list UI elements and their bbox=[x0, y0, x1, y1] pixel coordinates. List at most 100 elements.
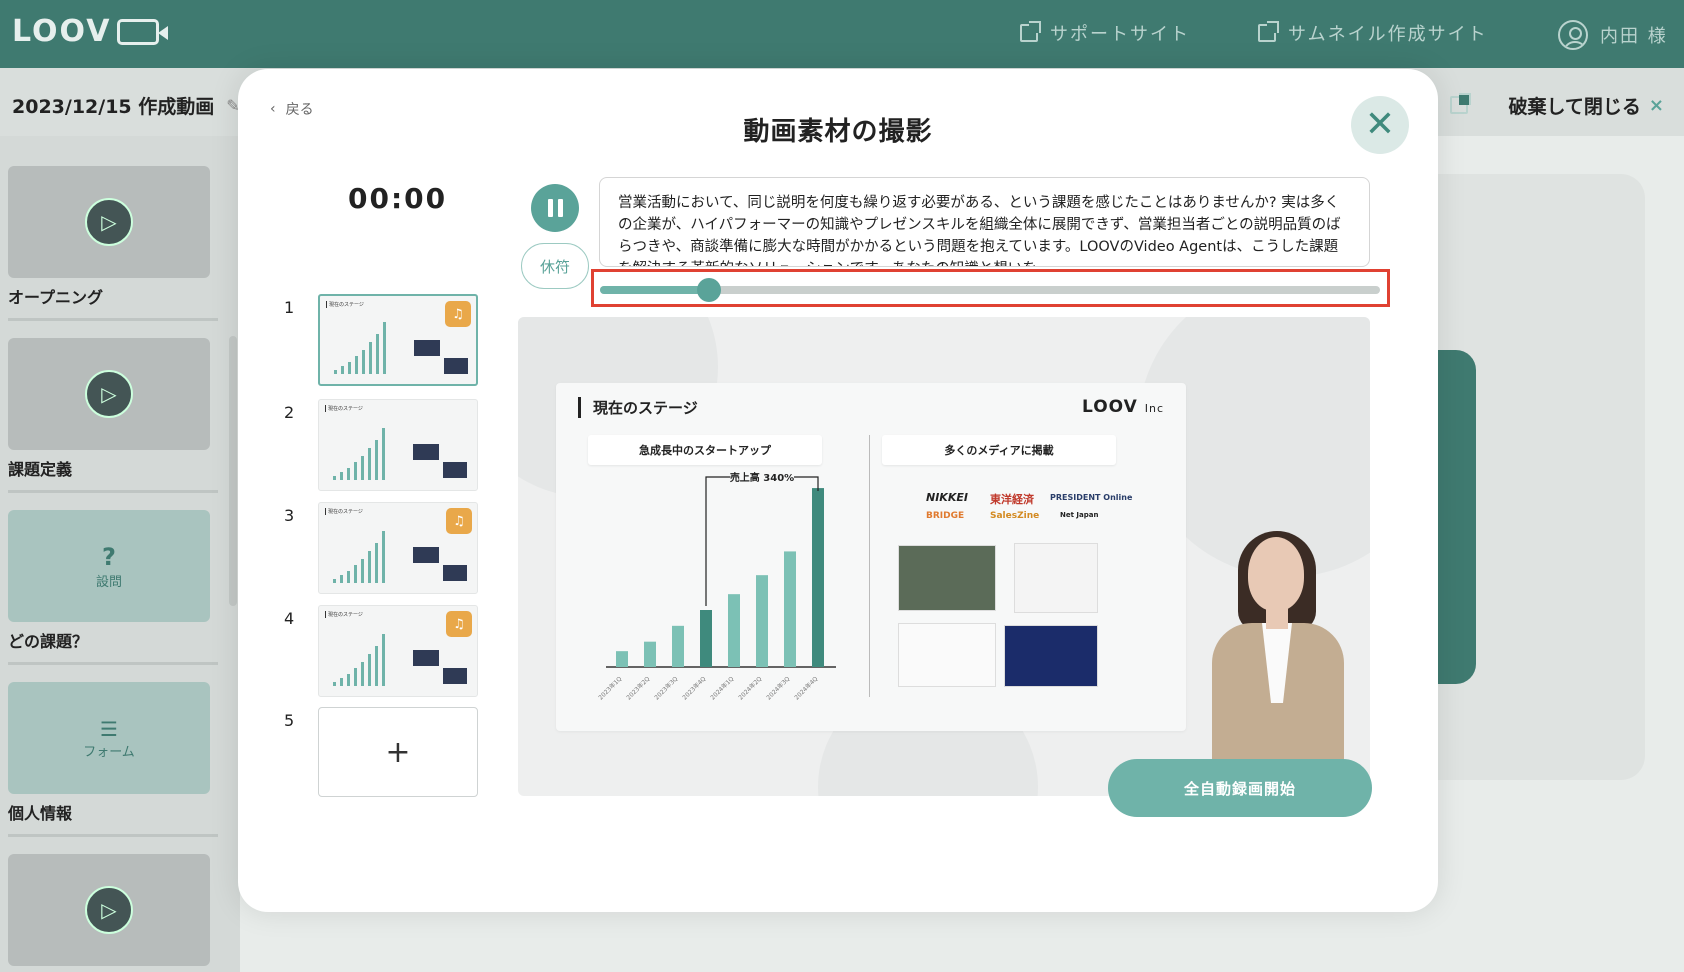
add-slide-button[interactable]: + bbox=[318, 707, 478, 797]
chart-bar bbox=[700, 610, 712, 667]
play-icon: ▷ bbox=[85, 198, 133, 246]
scene-label: 課題定義 bbox=[8, 460, 73, 479]
external-link-icon bbox=[1258, 21, 1279, 42]
slide-thumbnail[interactable]: 現在のステージ ♫ bbox=[318, 502, 478, 594]
user-menu[interactable]: 内田 様 bbox=[1558, 20, 1668, 50]
chart-tick-label: 2023年1Q bbox=[597, 675, 624, 702]
scene-label: 個人情報 bbox=[8, 804, 73, 823]
recording-modal: ‹ 戻る 動画素材の撮影 ✕ 00:00 休符 営業活動において、同じ説明を何度… bbox=[238, 69, 1438, 912]
slide-number: 1 bbox=[284, 298, 295, 317]
chart-bar bbox=[756, 575, 768, 667]
external-link-icon bbox=[1020, 21, 1041, 42]
external-link-icon[interactable] bbox=[1450, 93, 1471, 114]
audio-icon: ♫ bbox=[445, 301, 471, 327]
slide-item[interactable]: 2 現在のステージ bbox=[268, 399, 488, 499]
progress-track[interactable] bbox=[600, 278, 1380, 302]
close-icon: ✕ bbox=[1364, 104, 1396, 145]
scene-sidebar: ▷ オープニング ▷ 課題定義 ? 設問 どの課題？ ☰ フォーム 個人情報 ▷ bbox=[0, 136, 240, 972]
media-logo: PRESIDENT Online bbox=[1050, 493, 1133, 502]
discard-and-close-button[interactable]: 破棄して閉じる × bbox=[1508, 92, 1664, 119]
chart-bar bbox=[728, 594, 740, 667]
media-logo: 東洋経済 bbox=[990, 493, 1034, 506]
growth-label: 急成長中のスタートアップ bbox=[588, 435, 822, 465]
mini-chart bbox=[333, 428, 385, 480]
media-photo bbox=[1014, 543, 1098, 613]
media-logo: NIKKEI bbox=[926, 491, 968, 504]
pause-icon bbox=[557, 199, 563, 217]
pause-icon bbox=[547, 199, 553, 217]
scene-label: どの課題？ bbox=[8, 632, 89, 651]
brand-name: LOOV bbox=[1081, 397, 1138, 417]
mini-slide-title: 現在のステージ bbox=[325, 405, 363, 412]
media-photo bbox=[1004, 625, 1098, 687]
slide-brand-logo: LOOV Inc bbox=[1082, 397, 1164, 417]
thumbnail-site-label: サムネイル作成サイト bbox=[1288, 24, 1488, 45]
scene-thumbnail: ▷ bbox=[8, 854, 210, 966]
progress-slider-handle[interactable] bbox=[697, 278, 722, 302]
slide-thumbnail[interactable]: 現在のステージ ♫ bbox=[318, 294, 478, 386]
user-name: 内田 様 bbox=[1600, 26, 1668, 47]
top-bar: LOOV サポートサイト サムネイル作成サイト 内田 様 bbox=[0, 0, 1684, 68]
mini-chart bbox=[333, 634, 385, 686]
slide-item[interactable]: 1 現在のステージ ♫ bbox=[268, 294, 488, 394]
slide-item[interactable]: 4 現在のステージ ♫ bbox=[268, 605, 488, 705]
slide-thumbnail[interactable]: 現在のステージ bbox=[318, 399, 478, 491]
chart-tick-label: 2023年3Q bbox=[653, 675, 680, 702]
chart-tick-label: 2024年2Q bbox=[737, 675, 764, 702]
mini-chart bbox=[334, 322, 386, 374]
scene-type-label: フォーム bbox=[83, 744, 135, 760]
mini-chart bbox=[333, 531, 385, 583]
scene-item[interactable]: ▷ bbox=[8, 854, 210, 966]
mini-slide-title: 現在のステージ bbox=[326, 301, 364, 308]
chart-tick-label: 2024年4Q bbox=[793, 675, 820, 702]
slide-number: 3 bbox=[284, 506, 295, 525]
chart-annotation: 売上高 340% bbox=[730, 471, 794, 484]
slide-item[interactable]: 3 現在のステージ ♫ bbox=[268, 502, 488, 602]
divider bbox=[8, 834, 218, 837]
loov-logo[interactable]: LOOV bbox=[12, 14, 169, 49]
scene-item[interactable]: ? 設問 どの課題？ bbox=[8, 510, 218, 665]
divider bbox=[8, 662, 218, 665]
presenter-face bbox=[1248, 537, 1304, 611]
chart-bar bbox=[616, 651, 628, 667]
scene-thumbnail: ▷ bbox=[8, 166, 210, 278]
logo-text: LOOV bbox=[12, 14, 112, 49]
user-avatar-icon bbox=[1558, 20, 1588, 50]
revenue-chart: 2023年1Q 2023年2Q 2023年3Q 2023年4Q 2024年1Q 2024年… bbox=[597, 470, 836, 702]
chart-bar bbox=[784, 551, 796, 667]
scene-item[interactable]: ▷ 課題定義 bbox=[8, 338, 218, 493]
start-auto-recording-button[interactable]: 全自動録画開始 bbox=[1108, 759, 1372, 817]
slide-number: 5 bbox=[284, 711, 295, 730]
slide-thumbnail[interactable]: 現在のステージ ♫ bbox=[318, 605, 478, 697]
thumbnail-site-link[interactable]: サムネイル作成サイト bbox=[1258, 20, 1488, 46]
scene-thumbnail: ▷ bbox=[8, 338, 210, 450]
pause-button[interactable] bbox=[531, 184, 579, 232]
close-icon: × bbox=[1648, 95, 1664, 116]
media-logo: BRIDGE bbox=[926, 511, 965, 521]
scene-thumbnail: ☰ フォーム bbox=[8, 682, 210, 794]
support-site-link[interactable]: サポートサイト bbox=[1020, 20, 1190, 46]
scene-thumbnail: ? 設問 bbox=[8, 510, 210, 622]
play-icon: ▷ bbox=[85, 886, 133, 934]
close-button[interactable]: ✕ bbox=[1351, 96, 1409, 154]
video-camera-icon bbox=[117, 18, 169, 45]
scene-item[interactable]: ▷ オープニング bbox=[8, 166, 218, 321]
chart-tick-label: 2024年1Q bbox=[709, 675, 736, 702]
rest-button[interactable]: 休符 bbox=[521, 243, 589, 289]
media-photo bbox=[898, 545, 996, 611]
script-text[interactable]: 営業活動において、同じ説明を何度も繰り返す必要がある、という課題を感じたことはあ… bbox=[599, 177, 1370, 267]
document-title[interactable]: 2023/12/15 作成動画 ✎ bbox=[12, 92, 240, 119]
support-site-label: サポートサイト bbox=[1050, 24, 1190, 45]
mini-slide-title: 現在のステージ bbox=[325, 611, 363, 618]
recording-timer: 00:00 bbox=[348, 182, 448, 215]
audio-icon: ♫ bbox=[446, 508, 472, 534]
sidebar-scrollbar[interactable] bbox=[229, 336, 237, 606]
slide-preview: 現在のステージ LOOV Inc 急成長中のスタートアップ 多くのメディアに掲載… bbox=[518, 317, 1370, 796]
mini-media-photos bbox=[409, 636, 471, 690]
media-logo: SalesZine bbox=[990, 511, 1040, 521]
media-logo: Net Japan bbox=[1060, 511, 1099, 519]
list-icon: ☰ bbox=[100, 716, 118, 741]
mini-media-photos bbox=[409, 430, 471, 484]
script-progress-highlight bbox=[591, 269, 1390, 307]
scene-item[interactable]: ☰ フォーム 個人情報 bbox=[8, 682, 218, 837]
